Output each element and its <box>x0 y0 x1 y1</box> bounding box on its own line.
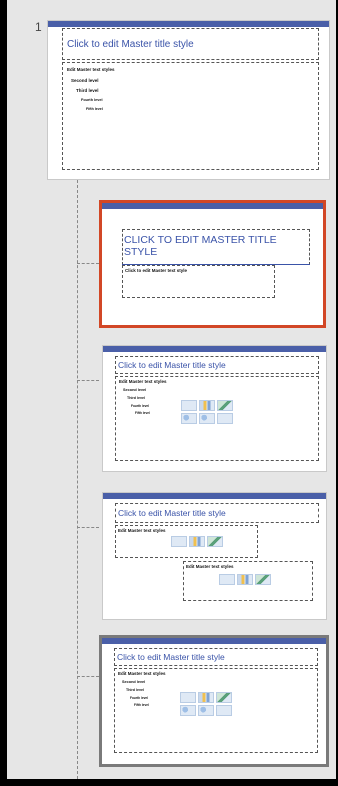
layout-title-slide-thumbnail[interactable]: CLICK TO EDIT MASTER TITLE STYLE Click t… <box>99 200 326 328</box>
selected-level-3: Third level <box>126 688 144 692</box>
layout-connector <box>77 180 78 779</box>
layout-selected-bar <box>102 638 326 644</box>
layout-subtitle-placeholder: Click to edit Master text style <box>122 265 275 298</box>
layout-two-right-placeholder: Edit Master text styles <box>183 561 313 601</box>
smartart-icon <box>216 692 232 703</box>
content-level-1: Edit Master text styles <box>119 379 167 384</box>
layout-two-bar <box>103 493 326 499</box>
smartart-icon <box>217 400 233 411</box>
layout-selected-title: Click to edit Master title style <box>117 652 225 662</box>
content-level-5: Fifth level <box>135 411 150 415</box>
master-level-3: Third level <box>76 88 99 93</box>
online-picture-icon <box>198 705 214 716</box>
layout-content-title: Click to edit Master title style <box>118 360 226 370</box>
layout-selected-body-placeholder: Edit Master text styles Second level Thi… <box>114 668 318 753</box>
selected-level-2: Second level <box>122 680 146 684</box>
master-level-5: Fifth level <box>86 107 103 111</box>
video-icon <box>217 413 233 424</box>
selected-level-1: Edit Master text styles <box>118 671 166 676</box>
master-body-placeholder: Edit Master text styles Second level Thi… <box>62 62 319 170</box>
master-level-4: Fourth level <box>81 98 103 102</box>
layout-connector <box>77 380 99 381</box>
layout-two-title: Click to edit Master title style <box>118 508 226 518</box>
table-icon <box>181 400 197 411</box>
selected-level-5: Fifth level <box>134 703 149 707</box>
layout-title-line-1: CLICK TO EDIT MASTER TITLE <box>124 234 277 246</box>
layout-two-content-thumbnail[interactable]: Click to edit Master title style Edit Ma… <box>102 492 327 620</box>
layout-two-title-placeholder: Click to edit Master title style <box>115 503 319 523</box>
smartart-icon <box>255 574 271 585</box>
chart-icon <box>199 400 215 411</box>
layout-connector <box>77 676 99 677</box>
right-insert-icons <box>219 574 271 585</box>
layout-title-line-2: STYLE <box>124 246 158 258</box>
master-level-2: Second level <box>71 78 99 83</box>
layout-selected-title-placeholder: Click to edit Master title style <box>114 648 318 666</box>
master-title-bar <box>48 21 329 27</box>
layout-connector <box>77 527 99 528</box>
left-insert-icons <box>171 536 223 547</box>
layout-two-left-text: Edit Master text styles <box>118 528 166 533</box>
selected-level-4: Fourth level <box>130 696 149 700</box>
layout-subtitle-text: Click to edit Master text style <box>125 268 188 273</box>
slide-master-thumbnail[interactable]: Click to edit Master title style Edit Ma… <box>47 20 330 180</box>
slide-number: 1 <box>35 20 42 34</box>
content-insert-icons <box>181 400 233 424</box>
table-icon <box>180 692 196 703</box>
layout-content-bar <box>103 346 326 352</box>
layout-title-placeholder: CLICK TO EDIT MASTER TITLE STYLE <box>122 229 310 265</box>
master-level-1: Edit Master text styles <box>67 67 115 72</box>
layout-connector <box>77 263 99 264</box>
table-icon <box>171 536 187 547</box>
picture-icon <box>181 413 197 424</box>
layout-content-body-placeholder: Edit Master text styles Second level Thi… <box>115 376 319 461</box>
content-level-3: Third level <box>127 396 145 400</box>
online-picture-icon <box>199 413 215 424</box>
content-level-4: Fourth level <box>131 404 150 408</box>
selected-insert-icons <box>180 692 232 716</box>
layout-selected-thumbnail[interactable]: Click to edit Master title style Edit Ma… <box>99 635 329 767</box>
layout-two-right-text: Edit Master text styles <box>186 564 234 569</box>
master-title-placeholder: Click to edit Master title style <box>62 28 319 60</box>
content-level-2: Second level <box>123 388 147 392</box>
layout-content-title-placeholder: Click to edit Master title style <box>115 356 319 374</box>
master-title: Click to edit Master title style <box>67 39 194 50</box>
slide-thumbnail-pane[interactable]: 1 Click to edit Master title style Edit … <box>7 0 338 779</box>
chart-icon <box>237 574 253 585</box>
chart-icon <box>198 692 214 703</box>
picture-icon <box>180 705 196 716</box>
video-icon <box>216 705 232 716</box>
chart-icon <box>189 536 205 547</box>
smartart-icon <box>207 536 223 547</box>
layout-content-thumbnail[interactable]: Click to edit Master title style Edit Ma… <box>102 345 327 472</box>
layout-two-left-placeholder: Edit Master text styles <box>115 525 258 558</box>
layout-title-bar <box>102 203 323 209</box>
table-icon <box>219 574 235 585</box>
